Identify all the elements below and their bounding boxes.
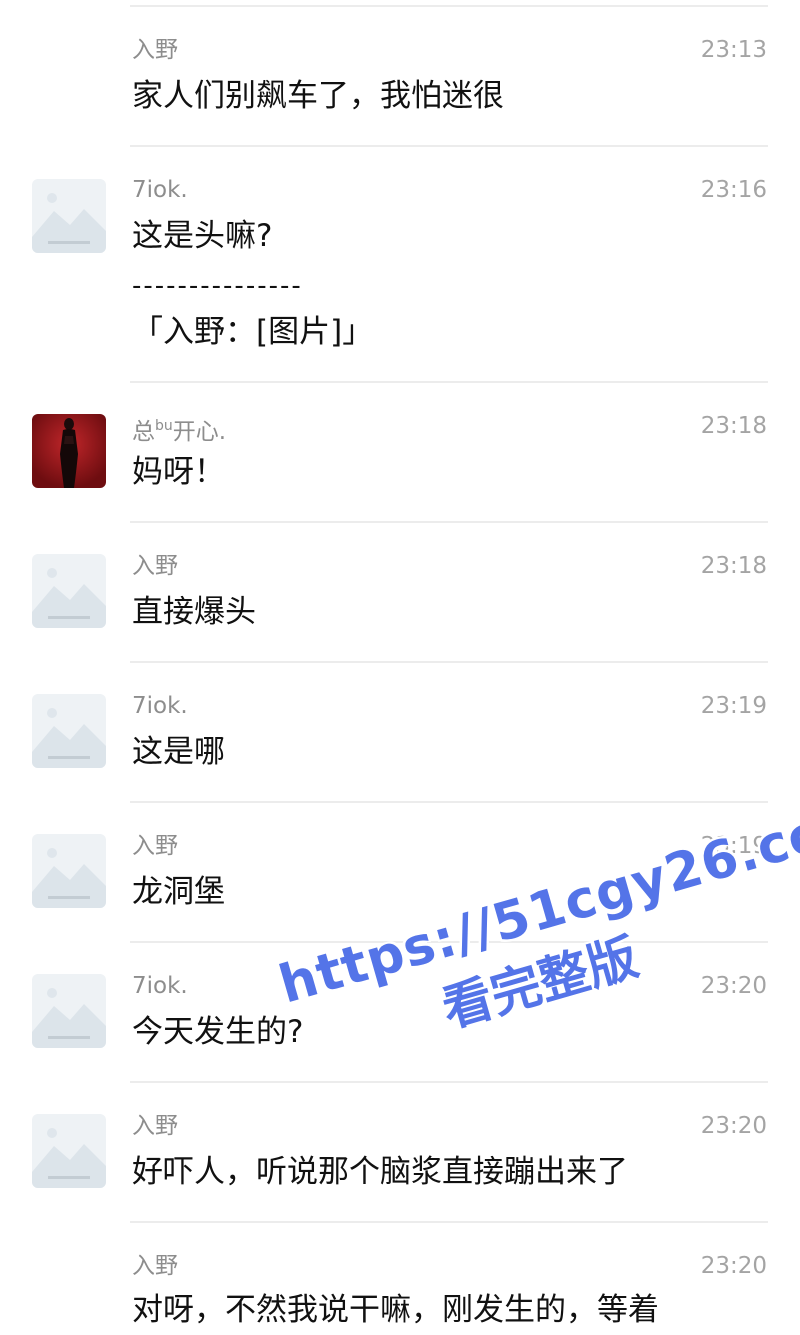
message-time: 23:20 (700, 1113, 767, 1139)
sender-name: 入野 (132, 37, 178, 63)
sender-name: 入野 (132, 1113, 178, 1139)
message-time: 23:19 (700, 833, 767, 859)
message-text: 这是头嘛? (132, 218, 273, 254)
sender-name: 入野 (132, 1253, 178, 1279)
message-time: 23:13 (700, 37, 767, 63)
placeholder-image-icon[interactable] (32, 179, 106, 253)
quote-separator: --------------- (132, 271, 303, 301)
message-text: 对呀，不然我说干嘛，刚发生的，等着 (132, 1292, 659, 1328)
divider (130, 5, 768, 7)
divider (130, 661, 768, 663)
message-text: 今天发生的? (132, 1014, 304, 1050)
message-text: 好吓人，听说那个脑浆直接蹦出来了 (132, 1154, 628, 1190)
placeholder-image-icon[interactable] (32, 1114, 106, 1188)
divider (130, 1081, 768, 1083)
message-time: 23:18 (700, 553, 767, 579)
message-text: 龙洞堡 (132, 874, 225, 910)
divider (130, 521, 768, 523)
message-time: 23:16 (700, 177, 767, 203)
sender-name: 总bu开心. (132, 418, 227, 445)
message-text: 妈呀！ (132, 454, 225, 490)
divider (130, 145, 768, 147)
avatar[interactable] (32, 414, 106, 488)
chat-history: 入野 23:13 家人们别飙车了，我怕迷很 7iok. 23:16 这是头嘛? … (0, 0, 800, 1335)
watermark-url: https://51cgy26.com (272, 787, 800, 1016)
sender-name: 入野 (132, 553, 178, 579)
message-text: 直接爆头 (132, 594, 256, 630)
message-text: 家人们别飙车了，我怕迷很 (132, 78, 504, 114)
message-time: 23:19 (700, 693, 767, 719)
sender-name: 7iok. (132, 973, 188, 999)
placeholder-image-icon[interactable] (32, 694, 106, 768)
divider (130, 381, 768, 383)
message-text: 这是哪 (132, 734, 225, 770)
quoted-message[interactable]: 「入野：[图片]」 (132, 312, 373, 352)
placeholder-image-icon[interactable] (32, 554, 106, 628)
sender-name: 7iok. (132, 693, 188, 719)
divider (130, 801, 768, 803)
placeholder-image-icon[interactable] (32, 974, 106, 1048)
message-time: 23:18 (700, 413, 767, 439)
placeholder-image-icon[interactable] (32, 834, 106, 908)
sender-name: 7iok. (132, 177, 188, 203)
divider (130, 941, 768, 943)
sender-name: 入野 (132, 833, 178, 859)
divider (130, 1221, 768, 1223)
message-time: 23:20 (700, 973, 767, 999)
message-time: 23:20 (700, 1253, 767, 1279)
